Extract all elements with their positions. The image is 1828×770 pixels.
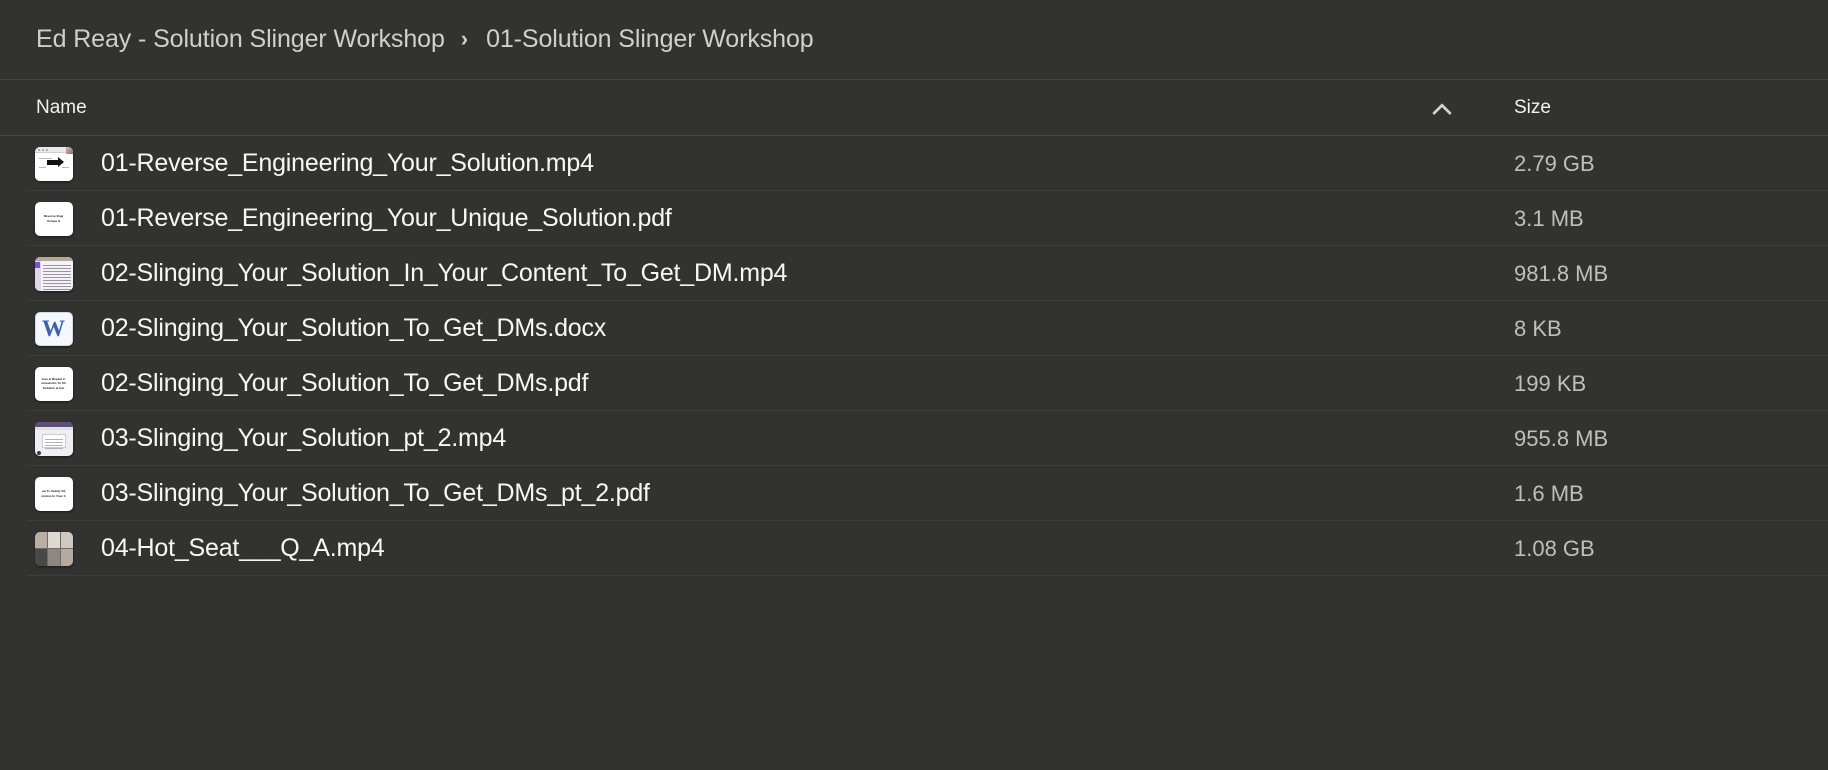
file-name: 03-Slinging_Your_Solution_pt_2.mp4 [101, 424, 507, 452]
file-icon-cell: inse & Repeat Cameworks To Sli Solution &… [0, 366, 101, 401]
file-name: 03-Slinging_Your_Solution_To_Get_DMs_pt_… [101, 479, 650, 507]
table-row[interactable]: Reverse Engi Unique S 01-Reverse_Engineeri… [0, 191, 1828, 246]
breadcrumb-item-parent[interactable]: Ed Reay - Solution Slinger Workshop [36, 25, 445, 54]
file-name: 02-Slinging_Your_Solution_To_Get_DMs.pdf [101, 369, 589, 397]
breadcrumb-item-current[interactable]: 01-Solution Slinger Workshop [486, 25, 814, 54]
pdf-thumbnail-icon: Reverse Engi Unique S [34, 201, 73, 236]
empty-space [0, 673, 1828, 770]
word-letter-glyph: W [42, 316, 65, 341]
file-icon-cell [0, 256, 101, 291]
table-row[interactable]: 02-Slinging_Your_Solution_In_Your_Conten… [0, 246, 1828, 301]
file-size: 3.1 MB [1514, 205, 1584, 231]
video-thumbnail-icon [34, 256, 73, 291]
file-icon-cell: Reverse Engi Unique S [0, 201, 101, 236]
file-icon-cell: W [0, 311, 101, 346]
file-size: 1.08 GB [1514, 535, 1595, 561]
pdf-thumbnail-icon: inse & Repeat Cameworks To Sli Solution &… [34, 366, 73, 401]
thumbnail-text-line: olution In Your C [41, 493, 66, 498]
file-browser: Ed Reay - Solution Slinger Workshop › 01… [0, 0, 1828, 770]
file-size: 2.79 GB [1514, 150, 1595, 176]
video-thumbnail-icon [34, 421, 73, 456]
file-icon-cell [0, 146, 101, 181]
column-header-name-label: Name [36, 96, 87, 118]
table-row[interactable]: 04-Hot_Seat___Q_A.mp4 1.08 GB [0, 521, 1828, 576]
column-header-size-label: Size [1514, 96, 1551, 118]
file-name: 01-Reverse_Engineering_Your_Solution.mp4 [101, 149, 594, 177]
file-size: 1.6 MB [1514, 480, 1584, 506]
file-icon-cell: ow To Subtly Sli olution In Your C [0, 476, 101, 511]
thumbnail-text-line: Unique S [46, 218, 61, 223]
file-list: 01-Reverse_Engineering_Your_Solution.mp4… [0, 136, 1828, 673]
table-row[interactable]: inse & Repeat Cameworks To Sli Solution &… [0, 356, 1828, 411]
column-header-row: Name Size [0, 80, 1828, 136]
file-size: 981.8 MB [1514, 260, 1609, 286]
column-header-size[interactable]: Size [1488, 80, 1828, 135]
file-name: 02-Slinging_Your_Solution_In_Your_Conten… [101, 259, 788, 287]
table-row[interactable]: 03-Slinging_Your_Solution_pt_2.mp4 955.8 … [0, 411, 1828, 466]
breadcrumb: Ed Reay - Solution Slinger Workshop › 01… [0, 0, 1828, 80]
file-name: 01-Reverse_Engineering_Your_Unique_Solut… [101, 204, 672, 232]
file-name: 02-Slinging_Your_Solution_To_Get_DMs.doc… [101, 314, 607, 342]
file-size: 955.8 MB [1514, 425, 1609, 451]
word-document-icon: W [34, 311, 73, 346]
thumbnail-text-line: Solution & Get [42, 385, 65, 390]
file-icon-cell [0, 531, 101, 566]
table-row[interactable]: 01-Reverse_Engineering_Your_Solution.mp4… [0, 136, 1828, 191]
video-thumbnail-icon [34, 531, 73, 566]
table-row[interactable]: W 02-Slinging_Your_Solution_To_Get_DMs.do… [0, 301, 1828, 356]
file-name: 04-Hot_Seat___Q_A.mp4 [101, 534, 385, 562]
pdf-thumbnail-icon: ow To Subtly Sli olution In Your C [34, 476, 73, 511]
breadcrumb-separator-icon: › [460, 25, 469, 51]
video-thumbnail-icon [34, 146, 73, 181]
column-header-name[interactable]: Name [0, 80, 1488, 135]
chevron-up-icon[interactable] [1432, 102, 1452, 114]
file-icon-cell [0, 421, 101, 456]
table-row[interactable]: ow To Subtly Sli olution In Your C 03-Slin… [0, 466, 1828, 521]
file-size: 8 KB [1514, 315, 1562, 341]
file-size: 199 KB [1514, 370, 1587, 396]
